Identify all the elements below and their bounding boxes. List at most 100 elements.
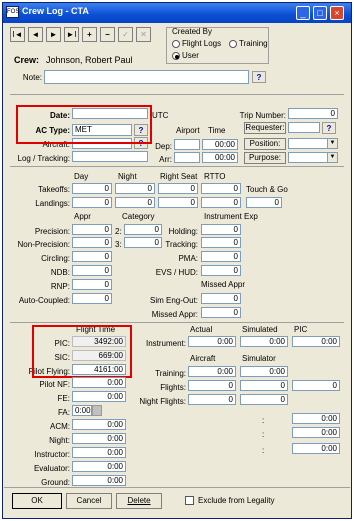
instrument-actual-field[interactable]: 0:00: [188, 336, 236, 347]
flights-simulator-field[interactable]: 0: [240, 380, 288, 391]
night-label: Night:: [49, 436, 70, 445]
close-icon[interactable]: ×: [330, 6, 344, 20]
instrument-exp-header: Instrument Exp: [204, 212, 258, 221]
requester-button[interactable]: Requester:: [244, 122, 286, 134]
purpose-button[interactable]: Purpose:: [244, 152, 286, 164]
night-flights-simulator-field[interactable]: 0: [240, 394, 288, 405]
note-field[interactable]: [44, 70, 249, 84]
cancel-button[interactable]: Cancel: [66, 493, 112, 509]
missed-appr-field[interactable]: 0: [201, 307, 241, 318]
instrument-simulated-field[interactable]: 0:00: [240, 336, 288, 347]
evs-hud-field[interactable]: 0: [201, 265, 241, 276]
dep-airport-field[interactable]: [174, 139, 200, 150]
takeoffs-day-field[interactable]: 0: [72, 183, 112, 194]
instructor-label: Instructor:: [34, 450, 70, 459]
dep-time-field[interactable]: 00:00: [202, 139, 238, 150]
flights-label: Flights:: [160, 383, 186, 392]
flight-logs-radio[interactable]: [172, 40, 180, 48]
minimize-icon[interactable]: _: [296, 6, 310, 20]
circling-field[interactable]: 0: [72, 251, 112, 262]
position-button[interactable]: Position:: [244, 138, 286, 150]
flights-extra-field[interactable]: 0: [292, 380, 340, 391]
cat2-label: 2:: [115, 227, 122, 236]
flights-aircraft-field[interactable]: 0: [188, 380, 236, 391]
rnp-label: RNP:: [50, 282, 70, 291]
extra-time-field-3[interactable]: 0:00: [292, 443, 340, 454]
evaluator-label: Evaluator:: [33, 464, 70, 473]
landings-right-seat-field[interactable]: 0: [158, 197, 198, 208]
log-tracking-field[interactable]: [72, 151, 148, 162]
user-radio[interactable]: [172, 52, 180, 60]
landings-night-field[interactable]: 0: [115, 197, 155, 208]
extra-time-field-1[interactable]: 0:00: [292, 413, 340, 424]
nonprecision-field[interactable]: 0: [72, 237, 112, 248]
maximize-icon[interactable]: □: [313, 6, 327, 20]
ground-field[interactable]: 0:00: [72, 475, 126, 486]
exclude-legality-label: Exclude from Legality: [198, 496, 275, 505]
night-header: Night: [118, 172, 137, 181]
instrument-pic-field[interactable]: 0:00: [292, 336, 340, 347]
pma-field[interactable]: 0: [201, 251, 241, 262]
landings-day-field[interactable]: 0: [72, 197, 112, 208]
takeoffs-night-field[interactable]: 0: [115, 183, 155, 194]
arr-airport-field[interactable]: [174, 152, 200, 163]
evaluator-field[interactable]: 0:00: [72, 461, 126, 472]
fe-label: FE:: [57, 394, 70, 403]
landings-rtto-field[interactable]: 0: [201, 197, 241, 208]
next-record-icon[interactable]: ►: [46, 27, 61, 42]
touch-go-label: Touch & Go: [246, 185, 288, 194]
pilot-nf-field[interactable]: 0:00: [72, 377, 126, 388]
cat2-field[interactable]: 0: [124, 224, 162, 235]
ok-button[interactable]: OK: [12, 493, 62, 509]
requester-field[interactable]: [288, 122, 320, 133]
takeoffs-rtto-field[interactable]: 0: [201, 183, 241, 194]
post-edit-icon[interactable]: ✓: [118, 27, 133, 42]
add-record-icon[interactable]: +: [82, 27, 97, 42]
exclude-legality-checkbox[interactable]: [185, 496, 194, 505]
nonprecision-label: Non-Precision:: [17, 240, 70, 249]
night-field[interactable]: 0:00: [72, 433, 126, 444]
acm-field[interactable]: 0:00: [72, 419, 126, 430]
takeoffs-right-seat-field[interactable]: 0: [158, 183, 198, 194]
auto-coupled-field[interactable]: 0: [72, 293, 112, 304]
simulated-header: Simulated: [242, 325, 278, 334]
cat3-field[interactable]: 0: [124, 237, 162, 248]
landings-label: Landings:: [35, 199, 70, 208]
auto-coupled-label: Auto-Coupled:: [18, 296, 70, 305]
rtto-header: RTTO: [204, 172, 226, 181]
touch-go-field[interactable]: 0: [246, 197, 282, 208]
holding-field[interactable]: 0: [201, 224, 241, 235]
night-flights-aircraft-field[interactable]: 0: [188, 394, 236, 405]
last-record-icon[interactable]: ►I: [64, 27, 79, 42]
remove-record-icon[interactable]: −: [100, 27, 115, 42]
precision-field[interactable]: 0: [72, 224, 112, 235]
fa-field[interactable]: 0:00: [72, 405, 92, 416]
rnp-field[interactable]: 0: [72, 279, 112, 290]
previous-record-icon[interactable]: ◄: [28, 27, 43, 42]
first-record-icon[interactable]: I◄: [10, 27, 25, 42]
day-header: Day: [74, 172, 89, 181]
highlight-box-flight-time: [32, 325, 132, 378]
sim-eng-out-field[interactable]: 0: [201, 293, 241, 304]
requester-help-button[interactable]: ?: [322, 122, 336, 134]
position-dropdown-arrow-icon[interactable]: ▼: [327, 139, 337, 148]
training-radio[interactable]: [229, 40, 237, 48]
instructor-field[interactable]: 0:00: [72, 447, 126, 458]
fa-spin-icon[interactable]: [92, 405, 102, 416]
trip-number-field[interactable]: 0: [288, 108, 338, 119]
ndb-field[interactable]: 0: [72, 265, 112, 276]
training-simulator-field[interactable]: 0:00: [240, 366, 288, 377]
divider: [4, 487, 350, 488]
extra-colon-2: :: [262, 430, 265, 439]
arr-time-field[interactable]: 00:00: [202, 152, 238, 163]
delete-button[interactable]: Delete: [116, 493, 162, 509]
note-help-button[interactable]: ?: [252, 71, 266, 83]
cancel-edit-icon[interactable]: ✕: [136, 27, 151, 42]
precision-label: Precision:: [34, 227, 70, 236]
fe-field[interactable]: 0:00: [72, 391, 126, 402]
highlight-box-date-actype: [16, 105, 152, 144]
training-aircraft-field[interactable]: 0:00: [188, 366, 236, 377]
purpose-dropdown-arrow-icon[interactable]: ▼: [327, 153, 337, 162]
tracking-field[interactable]: 0: [201, 237, 241, 248]
extra-time-field-2[interactable]: 0:00: [292, 427, 340, 438]
